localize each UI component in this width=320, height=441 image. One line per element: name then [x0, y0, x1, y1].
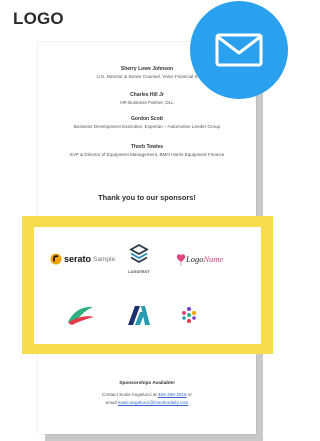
- page-logo: LOGO: [13, 9, 64, 28]
- sponsor-logo-logoname[interactable]: LogoName: [176, 252, 223, 266]
- sponsorships-heading: Sponsorships Available!: [119, 381, 175, 386]
- person-entry: Gordon Scott Business Development Execut…: [38, 116, 256, 129]
- dot-cluster-icon: [182, 307, 196, 323]
- contact-or: or: [187, 392, 192, 397]
- serato-mark-icon: [50, 253, 62, 265]
- phone-link[interactable]: 484-459-3016: [158, 392, 187, 397]
- person-name: Thorb Towles: [130, 144, 164, 150]
- swoosh-mark-icon: [68, 306, 94, 325]
- email-label: email: [105, 400, 117, 405]
- person-title: HR Business Partner, DLL: [120, 100, 174, 105]
- email-link[interactable]: susie.angelucci@monitordaily.com: [118, 400, 188, 405]
- mountain-m-icon: [128, 306, 150, 325]
- contact-prefix: Contact Susie Angelucci at: [102, 392, 157, 397]
- sponsor-logo-logotext[interactable]: LOGOTEXT: [124, 243, 154, 274]
- mail-badge[interactable]: [190, 1, 288, 99]
- logoname-wordmark: LogoName: [186, 254, 223, 264]
- logoname-prefix: Logo: [186, 254, 204, 264]
- sponsor-logo-mountain[interactable]: [127, 304, 151, 331]
- contact-info: Contact Susie Angelucci at 484-459-3016 …: [38, 391, 256, 407]
- heart-balloon-icon: [176, 254, 186, 266]
- person-name: Gordon Scott: [131, 116, 163, 122]
- layers-cube-icon: [129, 243, 149, 264]
- person-title: SVP & Director of Equipment Management, …: [69, 152, 225, 157]
- sponsor-logo-serato[interactable]: serato Sample: [50, 253, 115, 265]
- serato-sample-label: Sample: [93, 255, 116, 263]
- person-entry: Thorb Towles SVP & Director of Equipment…: [38, 144, 256, 157]
- sponsors-heading: Thank you to our sponsors!: [98, 193, 196, 202]
- envelope-icon: [215, 33, 263, 67]
- logotext-label: LOGOTEXT: [128, 270, 150, 274]
- sponsor-logo-dots[interactable]: [180, 306, 198, 329]
- sponsor-logo-swoosh[interactable]: [66, 304, 96, 331]
- serato-wordmark: serato: [64, 254, 92, 264]
- logoname-accent: Name: [203, 254, 224, 264]
- person-title: Business Development Executive, Experian…: [73, 124, 221, 129]
